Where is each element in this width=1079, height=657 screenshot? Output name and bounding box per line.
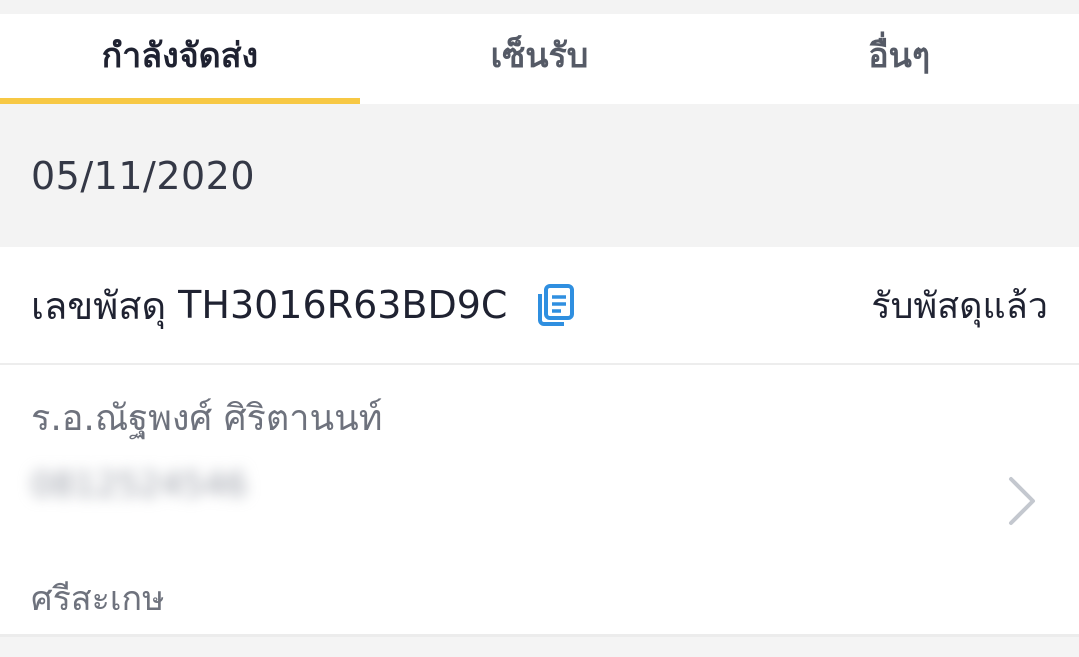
- recipient-name: ร.อ.ณัฐพงศ์ ศิริตานนท์: [31, 398, 383, 439]
- parcel-details[interactable]: ร.อ.ณัฐพงศ์ ศิริตานนท์ 0812524546 ศรีสะเ…: [0, 365, 1079, 637]
- tracking-number: TH3016R63BD9C: [178, 283, 508, 327]
- parcel-tracking-row: เลขพัสดุ TH3016R63BD9C: [31, 275, 575, 336]
- recipient-province: ศรีสะเกษ: [31, 579, 165, 619]
- tab-signed[interactable]: เซ็นรับ: [360, 14, 720, 104]
- recipient-phone: 0812524546: [31, 465, 248, 505]
- parcel-card[interactable]: เลขพัสดุ TH3016R63BD9C รับพัสดุแล้ว ร.อ.…: [0, 247, 1079, 637]
- date-header: 05/11/2020: [0, 104, 1079, 247]
- tracking-label: เลขพัสดุ: [31, 283, 167, 328]
- copy-icon[interactable]: [537, 284, 575, 326]
- parcel-header: เลขพัสดุ TH3016R63BD9C รับพัสดุแล้ว: [0, 247, 1079, 365]
- chevron-right-icon[interactable]: [1007, 475, 1037, 527]
- top-strip: [0, 0, 1079, 14]
- date-label: 05/11/2020: [31, 153, 256, 198]
- tab-bar: กำลังจัดส่ง เซ็นรับ อื่นๆ: [0, 14, 1079, 104]
- tab-in-delivery[interactable]: กำลังจัดส่ง: [0, 14, 360, 104]
- tab-others[interactable]: อื่นๆ: [719, 14, 1079, 104]
- parcel-status: รับพัสดุแล้ว: [871, 285, 1048, 327]
